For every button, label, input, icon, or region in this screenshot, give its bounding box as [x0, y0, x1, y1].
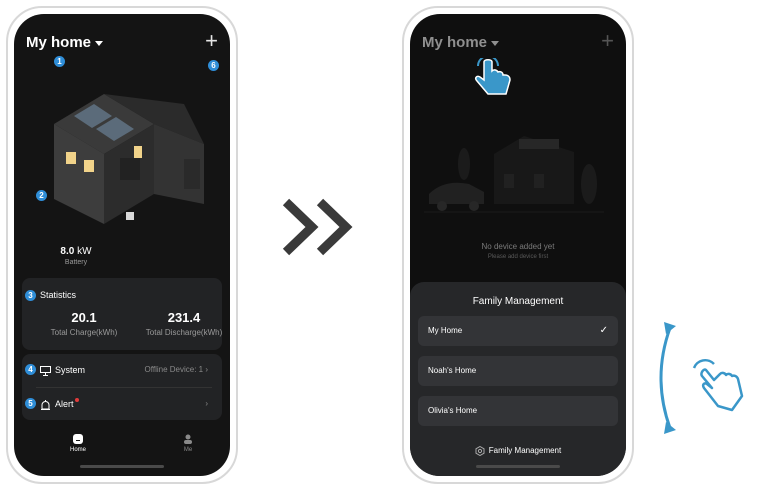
- callout-badge-6: 6: [208, 60, 219, 71]
- tab-bar: Home Me: [14, 434, 230, 464]
- statistics-card[interactable]: 3 Statistics 20.1 Total Charge(kWh) 231.…: [22, 278, 222, 350]
- chevron-right-icon: ›: [205, 399, 208, 408]
- system-row[interactable]: System Offline Device: 1 ›: [40, 356, 212, 384]
- family-name: My Home: [428, 326, 463, 335]
- swipe-gesture-illustration: [659, 322, 744, 434]
- callout-badge-5: 5: [25, 398, 36, 409]
- house-illustration: [54, 94, 204, 224]
- home-indicator: [80, 465, 164, 468]
- family-screen: My home + No device added yet Please add…: [410, 14, 626, 476]
- callout-badge-2: 2: [36, 190, 47, 201]
- chevron-right-icon: ›: [205, 365, 208, 374]
- alert-label: Alert: [55, 399, 74, 409]
- swipe-arc: [659, 327, 672, 429]
- tab-home[interactable]: Home: [58, 434, 98, 453]
- divider: [36, 387, 212, 388]
- caret-down-icon: [95, 40, 104, 46]
- battery-value: 8.0: [60, 246, 75, 257]
- empty-state-subtitle: Please add device first: [487, 254, 549, 260]
- battery-unit: kW: [77, 246, 92, 257]
- alert-dot: [74, 398, 79, 402]
- family-management-label: Family Management: [488, 446, 562, 456]
- siren-icon: [41, 399, 50, 410]
- statistics-title: Statistics: [40, 290, 77, 300]
- sheet-title: Family Management: [472, 296, 564, 307]
- tab-me-label: Me: [183, 447, 193, 453]
- family-item-noahs-home[interactable]: Noah's Home: [418, 356, 618, 386]
- family-name: Noah's Home: [428, 366, 477, 375]
- home-title: My home: [422, 34, 488, 51]
- family-item-olivias-home[interactable]: Olivia's Home: [418, 396, 618, 426]
- total-charge-value: 20.1: [71, 310, 97, 325]
- empty-house-illustration: [424, 136, 604, 213]
- battery-label: Battery: [64, 259, 88, 266]
- person-tab-icon: [184, 434, 192, 444]
- system-alert-card: 4 System Offline Device: 1 › 5 Alert ›: [22, 354, 222, 420]
- double-arrow-icon: [282, 198, 353, 256]
- home-indicator: [476, 465, 560, 468]
- offline-device-text: Offline Device: 1: [144, 365, 204, 374]
- home-tab-icon: [73, 434, 83, 444]
- swipe-hand-icon: [692, 358, 744, 412]
- tab-home-label: Home: [69, 447, 86, 453]
- home-selector[interactable]: My home: [26, 34, 104, 51]
- plus-icon[interactable]: +: [601, 28, 614, 54]
- tap-hand-icon: [475, 58, 511, 95]
- offline-device-status: Offline Device: 1 ›: [145, 356, 208, 384]
- gear-icon: [475, 445, 485, 457]
- home-screen: My home 1 + 6 2 8.0 kW Battery 3 Statist…: [14, 14, 230, 476]
- total-charge-label: Total Charge(kWh): [50, 328, 118, 337]
- total-discharge-value: 231.4: [167, 310, 201, 325]
- family-item-my-home[interactable]: My Home ✓: [418, 316, 618, 346]
- family-management-sheet: Family Management My Home ✓ Noah's Home …: [410, 282, 626, 476]
- system-label: System: [55, 365, 86, 375]
- empty-state-title: No device added yet: [481, 242, 555, 251]
- callout-badge-4: 4: [25, 364, 36, 375]
- phone-family-screen: My home + No device added yet Please add…: [402, 6, 634, 484]
- total-charge-stat: 20.1 Total Charge(kWh): [34, 310, 134, 337]
- callout-badge-1: 1: [54, 56, 65, 67]
- home-title: My home: [26, 34, 92, 51]
- phone-home-screen: My home 1 + 6 2 8.0 kW Battery 3 Statist…: [6, 6, 238, 484]
- total-discharge-stat: 231.4 Total Discharge(kWh): [134, 310, 230, 337]
- tab-me[interactable]: Me: [168, 434, 208, 453]
- total-discharge-label: Total Discharge(kWh): [145, 328, 223, 337]
- family-management-link[interactable]: Family Management: [410, 445, 626, 457]
- check-icon: ✓: [599, 325, 608, 336]
- alert-row[interactable]: Alert ›: [40, 390, 212, 418]
- family-name: Olivia's Home: [428, 406, 478, 415]
- battery-power: 8.0 kW: [14, 246, 138, 257]
- caret-down-icon: [491, 40, 500, 46]
- home-selector[interactable]: My home: [422, 34, 500, 51]
- monitor-icon: [40, 365, 51, 376]
- callout-badge-3: 3: [25, 290, 36, 301]
- plus-icon[interactable]: +: [205, 28, 218, 54]
